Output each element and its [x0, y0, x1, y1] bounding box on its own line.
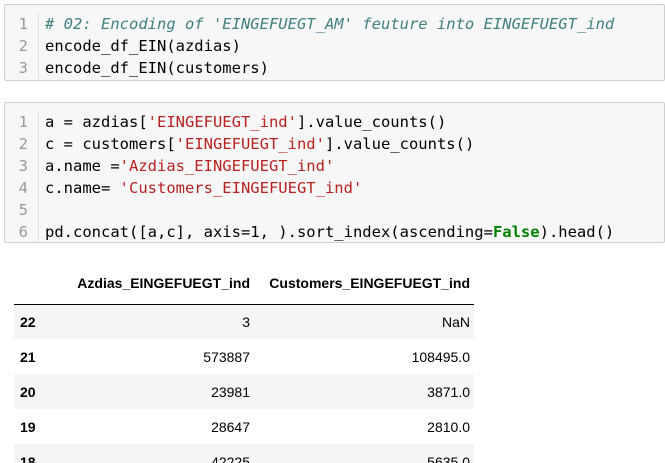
code-text: c.name=	[45, 179, 120, 197]
line-number: 1	[5, 13, 39, 35]
cell-customers: 3871.0	[427, 383, 470, 400]
table-row: 21 573887 108495.0	[14, 339, 474, 374]
line-number: 6	[5, 221, 39, 243]
cell-customers: NaN	[441, 313, 470, 330]
row-index: 22	[20, 313, 36, 330]
line-number: 5	[5, 199, 39, 221]
code-text: encode_df_EIN(customers)	[45, 59, 269, 77]
line-number: 1	[5, 111, 39, 133]
code-text: c = customers[	[45, 135, 176, 153]
code-text: ).head()	[539, 223, 615, 241]
row-index: 19	[20, 418, 36, 435]
line-number: 3	[5, 155, 39, 177]
code-comment: # 02: Encoding of 'EINGEFUEGT_AM' feutur…	[45, 15, 615, 33]
code-string: 'EINGEFUEGT_ind'	[175, 135, 325, 153]
table-header-row: Azdias_EINGEFUEGT_ind Customers_EINGEFUE…	[14, 262, 474, 305]
row-index: 20	[20, 383, 36, 400]
code-text: encode_df_EIN(azdias)	[45, 37, 241, 55]
cell-azdias: 42225	[211, 453, 250, 463]
line-number: 4	[5, 177, 39, 199]
code-text: ].value_counts()	[296, 113, 447, 131]
table-row: 19 28647 2810.0	[14, 409, 474, 444]
code-line: 1 a = azdias['EINGEFUEGT_ind'].value_coun…	[5, 111, 664, 133]
table-row: 22 3 NaN	[14, 304, 474, 339]
code-string: 'Azdias_EINGEFUEGT_ind'	[119, 157, 335, 175]
cell-azdias: 573887	[203, 348, 250, 365]
code-line: 6 pd.concat([a,c], axis=1, ).sort_index(a…	[5, 221, 664, 243]
code-keyword: False	[492, 223, 540, 241]
column-header-azdias: Azdias_EINGEFUEGT_ind	[48, 262, 254, 305]
line-number: 2	[5, 35, 39, 57]
line-number: 3	[5, 57, 39, 79]
output-dataframe-table: Azdias_EINGEFUEGT_ind Customers_EINGEFUE…	[14, 262, 474, 463]
index-header	[14, 262, 48, 305]
table-row: 18 42225 5635.0	[14, 444, 474, 463]
code-line: 3 a.name ='Azdias_EINGEFUEGT_ind'	[5, 155, 664, 177]
table-row: 20 23981 3871.0	[14, 374, 474, 409]
code-line: 3 encode_df_EIN(customers)	[5, 57, 664, 79]
code-text: ].value_counts()	[324, 135, 475, 153]
line-number: 2	[5, 133, 39, 155]
cell-customers: 5635.0	[427, 453, 470, 463]
code-string: 'EINGEFUEGT_ind'	[147, 113, 297, 131]
code-text: a = azdias[	[45, 113, 148, 131]
code-line: 2 encode_df_EIN(azdias)	[5, 35, 664, 57]
cell-azdias: 3	[242, 313, 250, 330]
cell-azdias: 28647	[211, 418, 250, 435]
cell-customers: 2810.0	[427, 418, 470, 435]
code-line: 4 c.name= 'Customers_EINGEFUEGT_ind'	[5, 177, 664, 199]
row-index: 18	[20, 453, 36, 463]
code-text: pd.concat([a,c], axis=1, ).sort_index(as…	[45, 223, 493, 241]
row-index: 21	[20, 348, 36, 365]
column-header-customers: Customers_EINGEFUEGT_ind	[254, 262, 474, 305]
code-line: 1 # 02: Encoding of 'EINGEFUEGT_AM' feutu…	[5, 13, 664, 35]
code-cell-1[interactable]: 1 # 02: Encoding of 'EINGEFUEGT_AM' feutu…	[4, 4, 665, 81]
cell-azdias: 23981	[211, 383, 250, 400]
code-line: 2 c = customers['EINGEFUEGT_ind'].value_c…	[5, 133, 664, 155]
code-string: 'Customers_EINGEFUEGT_ind'	[119, 179, 363, 197]
code-text: a.name =	[45, 157, 120, 175]
code-cell-2[interactable]: 1a = azdias['EINGEFUEGT_ind'].value_coun…	[4, 102, 665, 243]
code-line: 5	[5, 199, 664, 221]
cell-customers: 108495.0	[411, 348, 470, 365]
